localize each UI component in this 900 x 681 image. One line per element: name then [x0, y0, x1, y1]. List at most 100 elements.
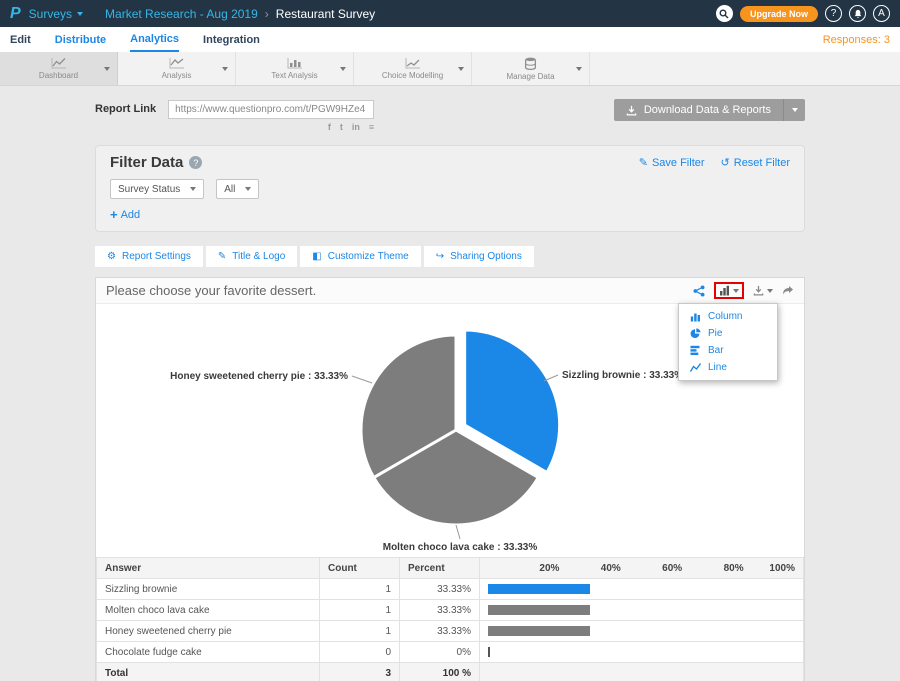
menu-item-line[interactable]: Line [679, 359, 777, 376]
responses-count: Responses: 3 [823, 34, 890, 46]
chevron-down-icon[interactable] [340, 67, 346, 71]
filter-help-icon[interactable]: ? [189, 156, 202, 169]
tab-manage-data[interactable]: Manage Data [472, 52, 590, 85]
tab-label: Report Settings [122, 251, 191, 262]
download-widget-button[interactable] [753, 285, 773, 296]
menu-item-bar[interactable]: Bar [679, 342, 777, 359]
menu-item-pie[interactable]: Pie [679, 325, 777, 342]
report-link-label: Report Link [95, 103, 156, 115]
count-cell: 1 [320, 600, 400, 621]
answer-bar [488, 647, 490, 657]
total-label-cell: Total [97, 663, 320, 681]
surveys-label: Surveys [29, 7, 72, 21]
add-filter-button[interactable]: + Add [110, 207, 790, 222]
share-widget-button[interactable] [782, 285, 794, 296]
table-total-row: Total 3 100 % [97, 663, 804, 681]
pie-chart-icon [690, 328, 701, 339]
choice-modelling-icon [405, 57, 421, 69]
help-button[interactable]: ? [825, 5, 842, 22]
tab-text-analysis[interactable]: Text Analysis [236, 52, 354, 85]
percent-cell: 33.33% [400, 579, 480, 600]
tab-dashboard[interactable]: Dashboard [0, 52, 118, 85]
survey-status-select[interactable]: Survey Status [110, 179, 204, 199]
chart-type-button[interactable] [714, 282, 744, 299]
percent-scale: 20% 40% 60% 80% 100% [488, 563, 795, 574]
col-header-percent: Percent [400, 558, 480, 579]
scale-label-100: 100% [769, 563, 795, 574]
tab-label: Title & Logo [232, 251, 285, 262]
answer-cell: Molten choco lava cake [97, 600, 320, 621]
notifications-button[interactable] [849, 5, 866, 22]
menu-item-column[interactable]: Column [679, 308, 777, 325]
brand-logo[interactable]: P [10, 6, 21, 22]
chevron-down-icon[interactable] [104, 67, 110, 71]
pencil-icon: ✎ [218, 251, 226, 262]
list-icon[interactable]: ≡ [369, 122, 374, 132]
twitter-icon[interactable]: t [340, 122, 343, 132]
chevron-down-icon[interactable] [222, 67, 228, 71]
percent-cell: 33.33% [400, 621, 480, 642]
upgrade-now-button[interactable]: Upgrade Now [740, 6, 818, 22]
chevron-down-icon[interactable] [458, 67, 464, 71]
tab-title-logo[interactable]: ✎ Title & Logo [206, 246, 297, 267]
nav-item-edit[interactable]: Edit [10, 27, 31, 52]
bell-icon [853, 9, 863, 19]
count-cell: 1 [320, 579, 400, 600]
filter-value: All [224, 184, 235, 195]
topbar: P Surveys Market Research - Aug 2019 › R… [0, 0, 900, 27]
nav-item-distribute[interactable]: Distribute [55, 27, 106, 52]
tab-label: Customize Theme [328, 251, 409, 262]
report-link-input[interactable] [168, 100, 374, 119]
menu-item-label: Column [708, 311, 742, 322]
bar-cell [480, 663, 804, 681]
filter-data-panel: Filter Data ? ✎ Save Filter ↺ Reset Filt… [95, 145, 805, 232]
bar-cell [480, 600, 804, 621]
topbar-actions: Upgrade Now ? A [716, 5, 890, 22]
tab-sharing-options[interactable]: ↪ Sharing Options [424, 246, 534, 267]
linkedin-icon[interactable]: in [352, 122, 360, 132]
tab-analysis[interactable]: Analysis [118, 52, 236, 85]
percent-cell: 0% [400, 642, 480, 663]
search-icon [719, 9, 729, 19]
question-title: Please choose your favorite dessert. [106, 283, 316, 298]
download-options-caret[interactable] [783, 99, 805, 121]
chevron-down-icon[interactable] [576, 67, 582, 71]
filter-value-select[interactable]: All [216, 179, 259, 199]
tab-report-settings[interactable]: ⚙ Report Settings [95, 246, 203, 267]
tab-customize-theme[interactable]: ◧ Customize Theme [300, 246, 420, 267]
scale-label-80: 80% [724, 563, 744, 574]
pencil-icon: ✎ [639, 156, 648, 169]
surveys-dropdown[interactable]: Surveys [29, 7, 83, 21]
chevron-down-icon [792, 108, 798, 112]
download-data-reports-button[interactable]: Download Data & Reports [614, 99, 805, 121]
dashboard-chart-icon [51, 57, 67, 69]
line-chart-icon [690, 362, 701, 373]
add-filter-label: Add [121, 209, 141, 221]
save-filter-button[interactable]: ✎ Save Filter [639, 156, 705, 169]
report-link-row: Report Link f t in ≡ Download Data & Rep… [95, 99, 805, 132]
avatar[interactable]: A [873, 5, 890, 22]
reset-filter-button[interactable]: ↺ Reset Filter [721, 156, 790, 169]
tab-choice-modelling[interactable]: Choice Modelling [354, 52, 472, 85]
tab-label: Manage Data [506, 72, 554, 81]
menu-item-label: Pie [708, 328, 722, 339]
nav-item-integration[interactable]: Integration [203, 27, 260, 52]
tab-label: Text Analysis [271, 71, 317, 80]
search-button[interactable] [716, 5, 733, 22]
download-button-label: Download Data & Reports [644, 104, 771, 116]
database-icon [524, 57, 537, 70]
breadcrumb-parent[interactable]: Market Research - Aug 2019 [105, 7, 258, 21]
scale-label-40: 40% [601, 563, 621, 574]
share-alt-button[interactable] [693, 285, 705, 297]
scale-label-20: 20% [539, 563, 559, 574]
facebook-icon[interactable]: f [328, 122, 331, 132]
answer-cell: Chocolate fudge cake [97, 642, 320, 663]
nav-item-analytics[interactable]: Analytics [130, 27, 179, 52]
text-analysis-icon [287, 57, 303, 69]
filter-data-title: Filter Data [110, 154, 183, 171]
table-header-row: Answer Count Percent 20% 40% 60% 80% 100… [97, 558, 804, 579]
total-count-cell: 3 [320, 663, 400, 681]
question-header: Please choose your favorite dessert. [96, 278, 804, 304]
breadcrumb: Market Research - Aug 2019 › Restaurant … [105, 7, 375, 21]
content-area: Report Link f t in ≡ Download Data & Rep… [0, 86, 900, 681]
